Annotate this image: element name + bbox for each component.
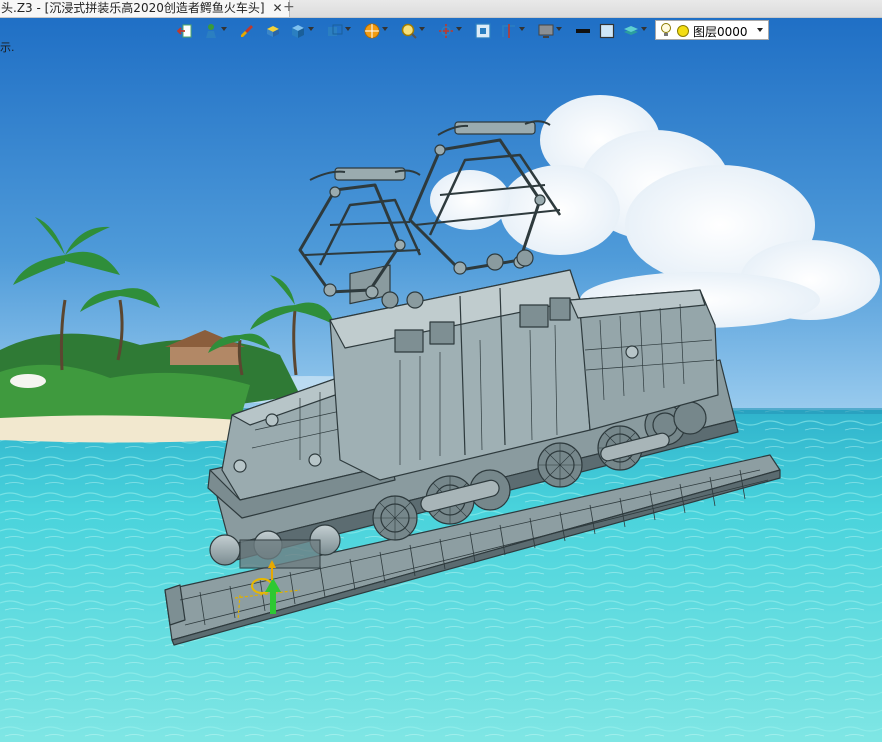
add-tab-icon[interactable]: + [283,0,295,15]
monitor-icon [538,24,554,38]
cube-views-icon [328,24,343,36]
render-button[interactable] [361,20,391,42]
document-tab-title: 头.Z3 - [沉浸式拼装乐高2020创造者鳄鱼火车头] [1,1,265,15]
zoom-lens-icon [401,23,417,39]
document-tab[interactable]: 头.Z3 - [沉浸式拼装乐高2020创造者鳄鱼火车头] ✕ [0,0,290,17]
rotate-button[interactable] [435,20,465,42]
status-hint-text: 示. [0,41,15,54]
render-sphere-icon [364,23,380,39]
section-view-button[interactable] [498,20,528,42]
layer-color-dot [677,25,689,37]
shaded-box-icon [267,26,279,37]
frame-view-icon [475,23,491,39]
blue-cube-icon [292,25,304,38]
rotate-axes-icon [439,24,453,38]
section-icon [502,24,515,38]
layer-select-value: 图层0000 [693,25,748,39]
3d-viewport[interactable]: 示. [0,17,882,742]
line-weight-icon [576,29,590,33]
layer-select[interactable]: 图层0000 [655,20,769,40]
exit-arrow-icon [177,24,192,38]
scene-canvas [0,17,882,742]
chevron-down-icon[interactable] [757,28,763,32]
layer-stack-icon [624,26,638,35]
close-icon[interactable]: ✕ [272,0,282,16]
paintbrush-icon [241,25,253,37]
box-outline-icon [599,23,615,39]
standard-views-button[interactable] [324,20,354,42]
solid-view-button[interactable] [287,20,317,42]
tab-bar: 头.Z3 - [沉浸式拼装乐高2020创造者鳄鱼火车头] ✕ + [0,0,882,18]
lightbulb-icon [661,23,671,36]
layer-stack-button[interactable] [620,20,650,42]
zoom-button[interactable] [398,20,428,42]
figure-display-icon [206,24,216,38]
monitor-button[interactable] [535,20,565,42]
display-mode-button[interactable] [200,20,230,42]
